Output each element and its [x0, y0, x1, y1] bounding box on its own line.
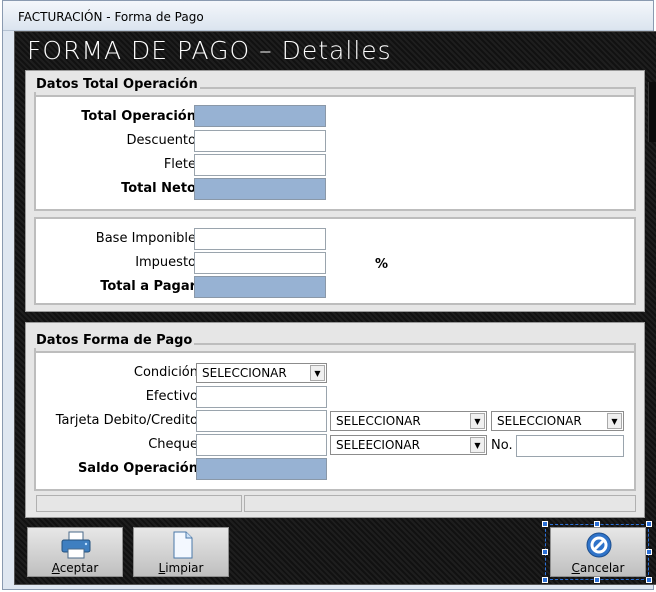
selection-handle[interactable]: [646, 521, 652, 527]
base-imponible-input[interactable]: [195, 229, 325, 249]
tarjeta-select-2-value: SELECCIONAR: [497, 414, 582, 428]
aceptar-label: Aceptar: [28, 561, 122, 575]
chevron-down-icon[interactable]: ▼: [470, 437, 485, 453]
selection-handle[interactable]: [542, 521, 548, 527]
base-imponible-field[interactable]: [194, 228, 326, 250]
page-title: FORMA DE PAGO – Detalles: [27, 36, 392, 65]
selection-handle[interactable]: [542, 549, 548, 555]
selection-handle[interactable]: [594, 577, 600, 583]
cheque-select[interactable]: SELEECIONAR ▼: [330, 435, 487, 455]
total-neto-label: Total Neto: [121, 181, 196, 196]
cancelar-mnemonic: C: [571, 561, 580, 575]
tarjeta-select-2[interactable]: SELECCIONAR ▼: [491, 411, 624, 431]
aceptar-mnemonic: A: [51, 561, 60, 575]
forma-pago-legend: Datos Forma de Pago: [34, 333, 195, 348]
total-neto-field[interactable]: [194, 178, 326, 200]
window-title: FACTURACIÓN - Forma de Pago: [18, 10, 204, 24]
totales-group: Total Operación Descuento Flete Total Ne…: [34, 95, 636, 211]
efectivo-input[interactable]: [197, 387, 326, 407]
descuento-input[interactable]: [195, 131, 325, 151]
cheque-field[interactable]: [196, 434, 327, 456]
main-area: FORMA DE PAGO – Detalles Datos Total Ope…: [14, 31, 656, 585]
status-bar-right: [244, 495, 636, 512]
descuento-field[interactable]: [194, 130, 326, 152]
forma-pago-group: Condición SELECCIONAR ▼ Efectivo Tarjeta…: [34, 351, 636, 491]
cancelar-button[interactable]: Cancelar: [550, 527, 646, 577]
title-bar: FACTURACIÓN - Forma de Pago: [3, 1, 653, 31]
app-window: FACTURACIÓN - Forma de Pago FORMA DE PAG…: [2, 0, 656, 590]
impuestos-group: Base Imponible Impuesto % Total a Pagar: [34, 217, 636, 305]
limpiar-button[interactable]: Limpiar: [133, 527, 229, 577]
cheque-numero-field[interactable]: [516, 435, 624, 457]
total-operacion-input[interactable]: [195, 106, 325, 126]
cheque-input[interactable]: [197, 435, 326, 455]
total-operacion-field[interactable]: [194, 105, 326, 127]
no-label: No.: [491, 438, 513, 453]
selection-handle[interactable]: [646, 549, 652, 555]
blank-document-icon: [173, 531, 193, 559]
forma-pago-panel: Datos Forma de Pago Condición SELECCIONA…: [25, 322, 645, 518]
cheque-numero-input[interactable]: [517, 436, 623, 456]
total-pagar-label: Total a Pagar: [100, 279, 196, 294]
totales-legend: Datos Total Operación: [34, 77, 200, 92]
selection-handle[interactable]: [542, 577, 548, 583]
impuesto-label: Impuesto: [135, 255, 196, 270]
cancelar-label: Cancelar: [551, 561, 645, 575]
selection-handle[interactable]: [646, 577, 652, 583]
total-pagar-field[interactable]: [194, 276, 326, 298]
limpiar-label: Limpiar: [134, 561, 228, 575]
tarjeta-input[interactable]: [197, 411, 326, 431]
impuesto-input[interactable]: [195, 253, 325, 273]
tarjeta-label: Tarjeta Debito/Credito: [55, 413, 198, 428]
tarjeta-select-1[interactable]: SELECCIONAR ▼: [330, 411, 487, 431]
side-grip: [648, 82, 656, 142]
printer-icon: [61, 531, 91, 559]
chevron-down-icon[interactable]: ▼: [470, 413, 485, 429]
totales-panel: Datos Total Operación Total Operación De…: [25, 70, 645, 312]
aceptar-button[interactable]: Aceptar: [27, 527, 123, 577]
descuento-label: Descuento: [126, 133, 196, 148]
cancelar-label-rest: ancelar: [579, 561, 625, 575]
impuesto-field[interactable]: [194, 252, 326, 274]
cheque-label: Cheque: [148, 437, 198, 452]
tarjeta-select-1-value: SELECCIONAR: [336, 414, 421, 428]
flete-label: Flete: [163, 157, 196, 172]
condicion-select[interactable]: SELECCIONAR ▼: [196, 363, 327, 383]
limpiar-label-rest: impiar: [165, 561, 204, 575]
total-operacion-label: Total Operación: [81, 109, 196, 124]
condicion-value: SELECCIONAR: [202, 366, 287, 380]
cancel-icon: [586, 532, 612, 558]
saldo-operacion-label: Saldo Operación: [77, 461, 198, 476]
efectivo-field[interactable]: [196, 386, 327, 408]
cheque-select-value: SELEECIONAR: [336, 438, 420, 452]
aceptar-label-rest: ceptar: [59, 561, 99, 575]
percent-label: %: [375, 257, 389, 272]
efectivo-label: Efectivo: [145, 389, 198, 404]
chevron-down-icon[interactable]: ▼: [310, 365, 325, 381]
total-neto-input[interactable]: [195, 179, 325, 199]
total-pagar-input[interactable]: [195, 277, 325, 297]
status-bar-left: [36, 495, 242, 512]
saldo-operacion-input[interactable]: [197, 459, 326, 479]
flete-field[interactable]: [194, 154, 326, 176]
condicion-label: Condición: [133, 365, 198, 380]
saldo-operacion-field[interactable]: [196, 458, 327, 480]
flete-input[interactable]: [195, 155, 325, 175]
base-imponible-label: Base Imponible: [95, 231, 196, 246]
chevron-down-icon[interactable]: ▼: [607, 413, 622, 429]
tarjeta-field[interactable]: [196, 410, 327, 432]
